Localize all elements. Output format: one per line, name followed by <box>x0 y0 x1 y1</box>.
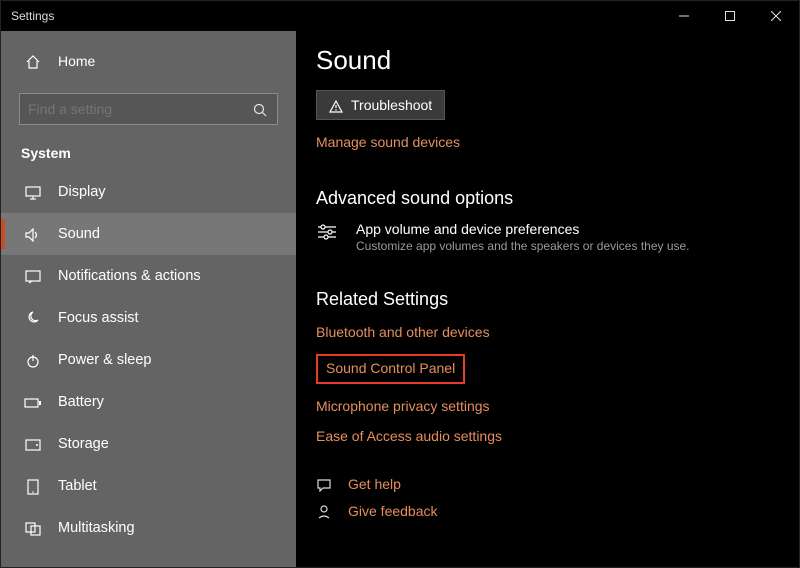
sidebar-item-power-sleep[interactable]: Power & sleep <box>1 339 296 381</box>
content: Home System Display Sound <box>1 31 799 567</box>
home-button[interactable]: Home <box>1 41 296 81</box>
minimize-button[interactable] <box>661 1 707 31</box>
app-volume-preferences[interactable]: App volume and device preferences Custom… <box>316 221 799 253</box>
sidebar-item-multitasking[interactable]: Multitasking <box>1 507 296 549</box>
window-title: Settings <box>11 9 54 23</box>
display-icon <box>22 184 44 201</box>
power-icon <box>22 351 44 368</box>
troubleshoot-button[interactable]: Troubleshoot <box>316 90 445 120</box>
get-help-link: Get help <box>348 476 401 492</box>
focus-assist-icon <box>22 309 44 326</box>
give-feedback-link: Give feedback <box>348 503 438 519</box>
page-title: Sound <box>316 45 799 76</box>
get-help-row[interactable]: Get help <box>316 476 799 492</box>
close-button[interactable] <box>753 1 799 31</box>
sidebar-item-display[interactable]: Display <box>1 171 296 213</box>
search-box[interactable] <box>19 93 278 125</box>
sidebar-item-label: Sound <box>58 226 100 242</box>
app-volume-description: Customize app volumes and the speakers o… <box>356 239 690 253</box>
sidebar-item-label: Battery <box>58 394 104 410</box>
search-icon <box>253 101 269 117</box>
window-controls <box>661 1 799 31</box>
sidebar-item-label: Focus assist <box>58 310 139 326</box>
troubleshoot-label: Troubleshoot <box>351 97 432 113</box>
sidebar-item-focus-assist[interactable]: Focus assist <box>1 297 296 339</box>
sidebar-item-storage[interactable]: Storage <box>1 423 296 465</box>
microphone-privacy-link[interactable]: Microphone privacy settings <box>316 398 799 414</box>
titlebar: Settings <box>1 1 799 31</box>
home-label: Home <box>58 53 95 69</box>
sidebar: Home System Display Sound <box>1 31 296 567</box>
app-volume-label: App volume and device preferences <box>356 221 690 237</box>
storage-icon <box>22 436 44 453</box>
sliders-icon <box>316 221 344 242</box>
sidebar-item-battery[interactable]: Battery <box>1 381 296 423</box>
tablet-icon <box>22 477 44 494</box>
home-icon <box>22 52 44 69</box>
ease-of-access-audio-link[interactable]: Ease of Access audio settings <box>316 428 799 444</box>
sidebar-item-label: Display <box>58 184 106 200</box>
feedback-icon <box>316 502 338 519</box>
sidebar-item-tablet[interactable]: Tablet <box>1 465 296 507</box>
sidebar-item-label: Multitasking <box>58 520 135 536</box>
search-input[interactable] <box>28 101 253 117</box>
notifications-icon <box>22 268 44 285</box>
sound-control-panel-link[interactable]: Sound Control Panel <box>326 360 455 376</box>
manage-sound-devices-link[interactable]: Manage sound devices <box>316 134 799 150</box>
related-settings: Related Settings Bluetooth and other dev… <box>316 289 799 444</box>
sidebar-item-label: Storage <box>58 436 109 452</box>
related-settings-heading: Related Settings <box>316 289 799 310</box>
sidebar-item-notifications[interactable]: Notifications & actions <box>1 255 296 297</box>
advanced-options-heading: Advanced sound options <box>316 188 799 209</box>
main-panel: Sound Troubleshoot Manage sound devices … <box>296 31 799 567</box>
settings-window: Settings Home <box>0 0 800 568</box>
sidebar-item-label: Notifications & actions <box>58 268 201 284</box>
sidebar-group-heading: System <box>1 135 296 171</box>
multitasking-icon <box>22 520 44 537</box>
help-icon <box>316 476 338 492</box>
maximize-button[interactable] <box>707 1 753 31</box>
sidebar-item-label: Tablet <box>58 478 97 494</box>
give-feedback-row[interactable]: Give feedback <box>316 502 799 519</box>
warning-icon <box>329 97 343 113</box>
bluetooth-devices-link[interactable]: Bluetooth and other devices <box>316 324 799 340</box>
sound-control-panel-highlight: Sound Control Panel <box>316 354 465 384</box>
battery-icon <box>22 394 44 411</box>
sidebar-item-sound[interactable]: Sound <box>1 213 296 255</box>
sound-icon <box>22 226 44 243</box>
sidebar-item-label: Power & sleep <box>58 352 152 368</box>
